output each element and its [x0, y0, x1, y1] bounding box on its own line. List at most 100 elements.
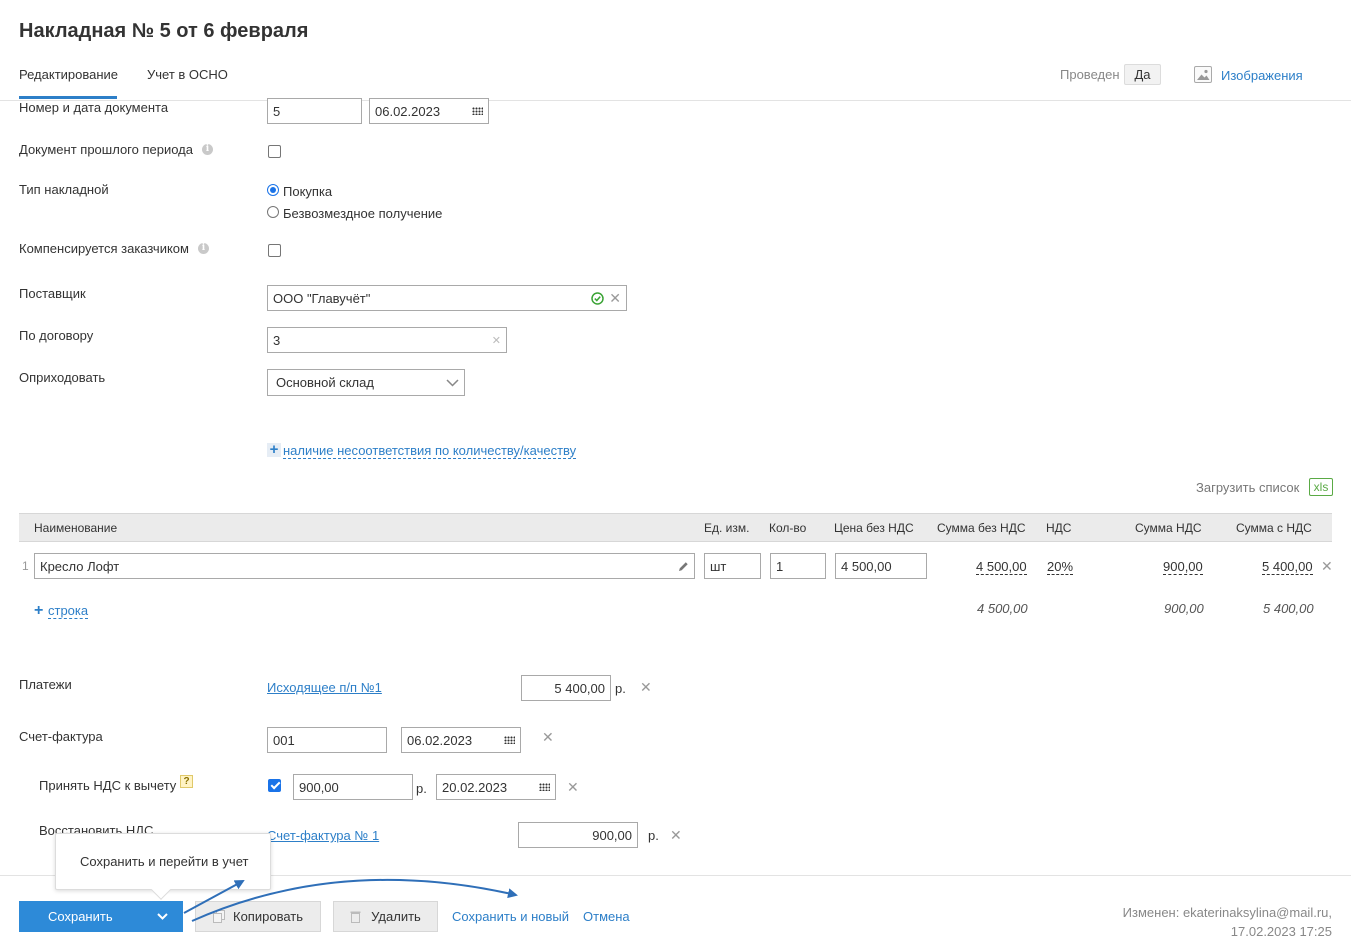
- remove-payment-icon[interactable]: ✕: [640, 679, 652, 696]
- remove-accept-vat-icon[interactable]: ✕: [567, 779, 579, 796]
- cancel-link[interactable]: Отмена: [583, 909, 630, 924]
- total-sum-with-vat: 5 400,00: [1263, 601, 1314, 616]
- contract-value: 3: [273, 332, 281, 348]
- contract-input[interactable]: 3 ✕: [267, 327, 507, 353]
- accept-vat-date-value: 20.02.2023: [442, 779, 508, 795]
- payment-currency: р.: [615, 681, 626, 696]
- col-qty: Кол-во: [769, 521, 807, 535]
- active-tab-indicator: [19, 96, 117, 99]
- image-icon[interactable]: [1194, 66, 1212, 83]
- item-name-value: Кресло Лофт: [40, 558, 120, 574]
- copy-button-label: Копировать: [233, 909, 303, 924]
- remove-restore-vat-icon[interactable]: ✕: [670, 827, 682, 844]
- clear-supplier-icon[interactable]: ✕: [609, 290, 621, 307]
- images-link[interactable]: Изображения: [1221, 68, 1303, 83]
- col-name: Наименование: [34, 521, 118, 535]
- restore-vat-currency: р.: [648, 828, 659, 843]
- delete-button[interactable]: Удалить: [333, 901, 438, 932]
- save-button[interactable]: Сохранить: [48, 909, 113, 924]
- item-name-input[interactable]: Кресло Лофт: [34, 553, 695, 579]
- header-divider: [0, 100, 1351, 101]
- receive-label: Оприходовать: [19, 370, 106, 385]
- doc-number-label: Номер и дата документа: [19, 100, 169, 115]
- unit-input[interactable]: шт: [704, 553, 761, 579]
- add-row-link[interactable]: строка: [48, 603, 89, 619]
- tab-osno[interactable]: Учет в ОСНО: [147, 67, 228, 82]
- invoice-type-label: Тип накладной: [19, 182, 109, 197]
- chevron-down-icon[interactable]: [157, 913, 168, 920]
- info-icon[interactable]: i: [202, 144, 213, 155]
- annotation-arrows: [183, 878, 518, 922]
- copy-button[interactable]: Копировать: [195, 901, 321, 932]
- posted-label: Проведен: [1060, 67, 1120, 82]
- qty-input[interactable]: 1: [770, 553, 826, 579]
- col-sum-with-vat: Сумма с НДС: [1236, 521, 1312, 535]
- info-icon[interactable]: i: [198, 243, 209, 254]
- accept-vat-label: Принять НДС к вычету: [39, 778, 177, 793]
- col-sum-no-vat: Сумма без НДС: [937, 521, 1026, 535]
- col-vat-sum: Сумма НДС: [1135, 521, 1202, 535]
- vat-sum-value[interactable]: 900,00: [1163, 559, 1203, 575]
- payments-label: Платежи: [19, 677, 72, 692]
- remove-invoice-icon[interactable]: ✕: [542, 729, 554, 746]
- trash-icon: [350, 911, 361, 923]
- upload-list-label[interactable]: Загрузить список: [1196, 480, 1299, 495]
- restore-vat-amount-input[interactable]: 900,00: [518, 822, 638, 848]
- changed-by: Изменен: ekaterinaksylina@mail.ru,: [1122, 905, 1332, 920]
- supplier-value: ООО "Главучёт": [273, 290, 371, 306]
- compensated-checkbox[interactable]: [268, 244, 281, 257]
- compensated-label: Компенсируется заказчиком: [19, 241, 189, 256]
- doc-date-value: 06.02.2023: [375, 103, 441, 119]
- invoice-label: Счет-фактура: [19, 729, 103, 744]
- save-button-group[interactable]: Сохранить: [19, 901, 183, 932]
- table-header: Наименование Ед. изм. Кол-во Цена без НД…: [19, 513, 1332, 542]
- page-title: Накладная № 5 от 6 февраля: [19, 20, 309, 42]
- pencil-icon[interactable]: [678, 561, 689, 572]
- accept-vat-checkbox[interactable]: [268, 779, 281, 792]
- xls-upload-button[interactable]: xls: [1309, 478, 1333, 496]
- supplier-input[interactable]: ООО "Главучёт" ✕: [267, 285, 627, 311]
- posted-toggle[interactable]: Да: [1124, 64, 1161, 85]
- past-period-label: Документ прошлого периода: [19, 142, 193, 157]
- save-and-new-link[interactable]: Сохранить и новый: [452, 909, 569, 924]
- past-period-checkbox[interactable]: [268, 145, 281, 158]
- warehouse-select[interactable]: Основной склад: [267, 369, 465, 396]
- plus-icon[interactable]: +: [34, 602, 43, 620]
- doc-number-input[interactable]: 5: [267, 98, 362, 124]
- total-sum-no-vat: 4 500,00: [977, 601, 1028, 616]
- save-and-go-option[interactable]: Сохранить и перейти в учет: [80, 854, 248, 869]
- accept-vat-date-input[interactable]: 20.02.2023: [436, 774, 556, 800]
- outgoing-payment-link[interactable]: Исходящее п/п №1: [267, 680, 382, 695]
- help-icon[interactable]: ?: [180, 775, 193, 788]
- price-input[interactable]: 4 500,00: [835, 553, 927, 579]
- invoice-date-input[interactable]: 06.02.2023: [401, 727, 521, 753]
- radio-purchase[interactable]: [267, 184, 279, 196]
- sum-no-vat-value[interactable]: 4 500,00: [976, 559, 1027, 575]
- check-circle-icon: [591, 291, 605, 305]
- calendar-icon[interactable]: [539, 783, 550, 791]
- clear-contract-icon[interactable]: ✕: [492, 334, 501, 347]
- delete-row-icon[interactable]: ✕: [1321, 558, 1333, 575]
- doc-date-input[interactable]: 06.02.2023: [369, 98, 489, 124]
- accept-vat-amount-input[interactable]: 900,00: [293, 774, 413, 800]
- changed-at: 17.02.2023 17:25: [1230, 924, 1332, 939]
- copy-icon: [213, 910, 225, 923]
- invoice-date-value: 06.02.2023: [407, 732, 473, 748]
- row-index: 1: [22, 559, 29, 573]
- radio-purchase-label[interactable]: Покупка: [283, 184, 332, 199]
- sum-with-vat-value[interactable]: 5 400,00: [1262, 559, 1313, 575]
- col-vat: НДС: [1046, 521, 1072, 535]
- tab-editing[interactable]: Редактирование: [19, 67, 118, 82]
- restore-invoice-link[interactable]: Счет-фактура № 1: [267, 828, 379, 843]
- calendar-icon[interactable]: [504, 736, 515, 744]
- plus-icon[interactable]: +: [267, 442, 281, 457]
- calendar-icon[interactable]: [472, 107, 483, 115]
- radio-free-receipt[interactable]: [267, 206, 279, 218]
- payment-amount-input[interactable]: 5 400,00: [521, 675, 611, 701]
- radio-free-receipt-label[interactable]: Безвозмездное получение: [283, 206, 442, 221]
- save-menu-tooltip[interactable]: Сохранить и перейти в учет: [55, 833, 271, 900]
- discrepancy-link[interactable]: наличие несоответствия по количеству/кач…: [283, 443, 577, 459]
- vat-rate-value[interactable]: 20%: [1047, 559, 1074, 575]
- warehouse-value: Основной склад: [276, 375, 374, 390]
- invoice-number-input[interactable]: 001: [267, 727, 387, 753]
